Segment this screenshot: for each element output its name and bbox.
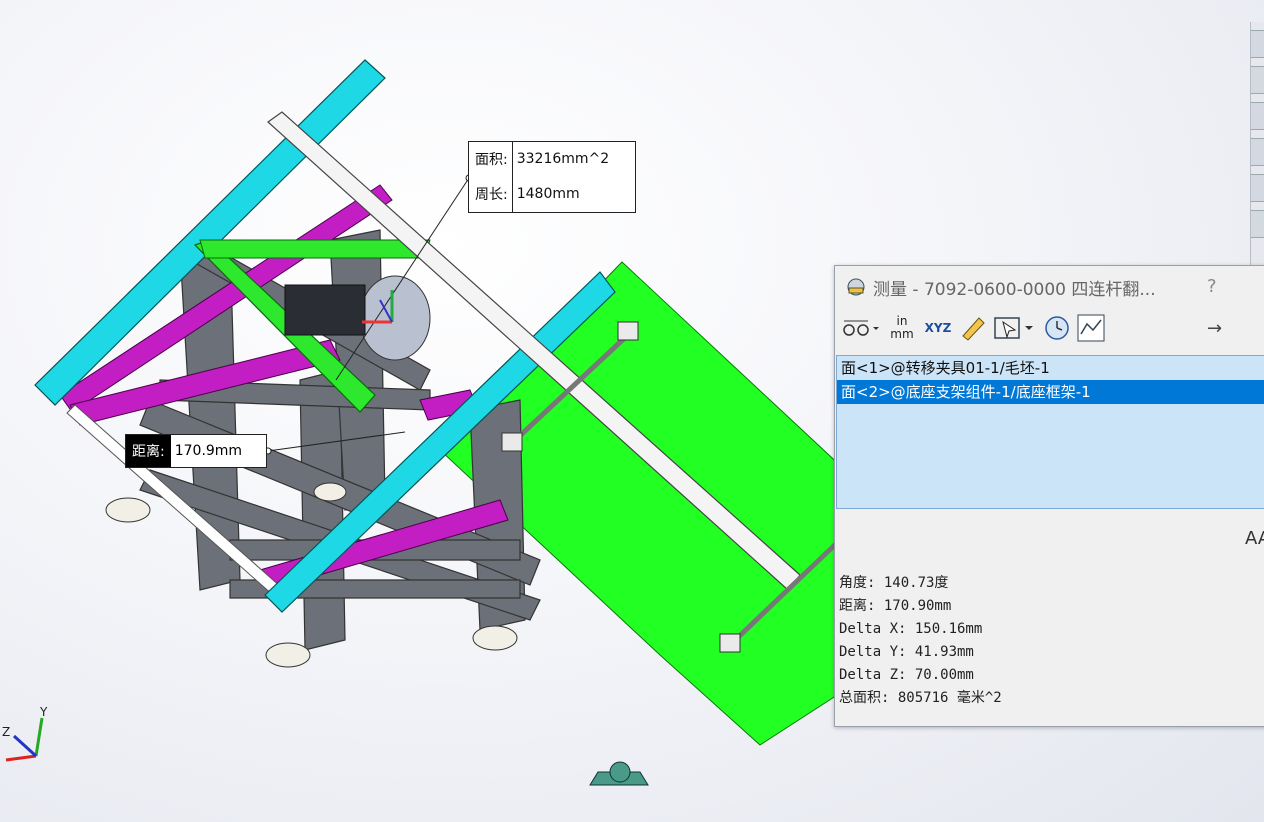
reference-triad: Y Z bbox=[2, 705, 48, 762]
result-delta-y: Delta Y: 41.93mm bbox=[839, 644, 974, 660]
measure-toolbar: in mm XYZ → bbox=[835, 308, 1264, 348]
history-icon bbox=[1045, 316, 1069, 340]
units-mm: mm bbox=[890, 327, 914, 341]
measure-dialog: 测量 - 7092-0600-0000 四连杆翻... ? in mm XYZ bbox=[834, 265, 1264, 727]
selection-item-face-2[interactable]: 面<2>@底座支架组件-1/底座框架-1 bbox=[837, 380, 1264, 404]
distance-callout[interactable]: 距离: 170.9mm bbox=[125, 434, 268, 468]
units-button[interactable]: in mm bbox=[887, 312, 917, 344]
triad-z-label: Z bbox=[2, 725, 10, 739]
sensor-graph-icon bbox=[1077, 314, 1105, 342]
area-row: 面积: 33216mm^2 bbox=[469, 142, 635, 176]
perimeter-row: 周长: 1480mm bbox=[469, 176, 635, 212]
measure-history-button[interactable] bbox=[1043, 312, 1071, 344]
view-tool-2[interactable] bbox=[1251, 66, 1264, 94]
arrow-button[interactable]: → bbox=[1207, 312, 1222, 344]
point-to-point-button[interactable] bbox=[959, 312, 987, 344]
measure-title: 测量 - 7092-0600-0000 四连杆翻... bbox=[873, 279, 1156, 300]
right-view-toolbar bbox=[1250, 22, 1264, 266]
xyz-icon: XYZ bbox=[924, 321, 952, 335]
arrow-right-icon: → bbox=[1207, 317, 1223, 339]
view-tool-6[interactable] bbox=[1251, 210, 1264, 238]
font-size-icon[interactable]: AA bbox=[1245, 528, 1264, 549]
help-button[interactable]: ? bbox=[1207, 276, 1217, 297]
projection-cursor-icon bbox=[994, 317, 1033, 339]
green-frame bbox=[199, 239, 431, 259]
result-distance: 距离: 170.90mm bbox=[839, 598, 952, 614]
triad-y-label: Y bbox=[39, 705, 48, 719]
view-tool-4[interactable] bbox=[1251, 138, 1264, 166]
show-xyz-button[interactable]: XYZ bbox=[923, 312, 953, 344]
arc-circle-options-button[interactable] bbox=[841, 312, 881, 344]
face-measure-callout[interactable]: 面积: 33216mm^2 周长: 1480mm bbox=[468, 141, 636, 213]
measure-results: 角度: 140.73度 距离: 170.90mm Delta X: 150.16… bbox=[839, 572, 1002, 710]
result-angle: 角度: 140.73度 bbox=[839, 575, 949, 591]
perimeter-value: 1480mm bbox=[516, 186, 580, 202]
distance-label: 距离: bbox=[126, 435, 171, 467]
projection-button[interactable] bbox=[993, 312, 1037, 344]
view-tool-3[interactable] bbox=[1251, 102, 1264, 130]
area-label: 面积: bbox=[469, 142, 513, 176]
result-delta-x: Delta X: 150.16mm bbox=[839, 621, 983, 637]
result-total-area: 总面积: 805716 毫米^2 bbox=[839, 690, 1002, 706]
selection-item-face-1[interactable]: 面<1>@转移夹具01-1/毛坯-1 bbox=[837, 356, 1264, 380]
ruler-icon bbox=[962, 317, 985, 341]
create-sensor-button[interactable] bbox=[1077, 312, 1105, 344]
measure-title-bar[interactable]: 测量 - 7092-0600-0000 四连杆翻... bbox=[835, 266, 1264, 308]
area-value: 33216mm^2 bbox=[516, 151, 610, 167]
selection-list[interactable]: 面<1>@转移夹具01-1/毛坯-1 面<2>@底座支架组件-1/底座框架-1 bbox=[836, 355, 1264, 509]
arc-circle-icon bbox=[843, 320, 879, 336]
view-tool-1[interactable] bbox=[1251, 30, 1264, 58]
perimeter-label: 周长: bbox=[469, 176, 513, 212]
measure-tool-icon bbox=[847, 278, 865, 296]
result-delta-z: Delta Z: 70.00mm bbox=[839, 667, 974, 683]
pillow-block bbox=[589, 761, 649, 786]
view-tool-5[interactable] bbox=[1251, 174, 1264, 202]
distance-value: 170.9mm bbox=[174, 443, 243, 459]
